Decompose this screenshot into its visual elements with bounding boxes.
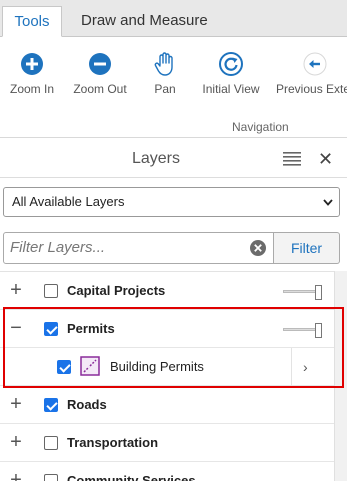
layer-row-capital-projects: + Capital Projects bbox=[0, 272, 334, 310]
layer-row-roads: + Roads bbox=[0, 386, 334, 424]
layer-checkbox-permits[interactable] bbox=[44, 322, 58, 336]
navigation-group-label: Navigation bbox=[232, 120, 289, 134]
filter-layers-input[interactable]: Filter Layers... bbox=[3, 232, 274, 264]
tab-tools[interactable]: Tools bbox=[2, 6, 62, 37]
previous-extent-button[interactable]: Previous Exter bbox=[276, 50, 347, 96]
layer-label: Community Services bbox=[67, 473, 196, 481]
layer-checkbox-transportation[interactable] bbox=[44, 436, 58, 450]
layer-list-scrollbar[interactable] bbox=[334, 271, 347, 481]
expand-icon[interactable]: + bbox=[8, 432, 24, 452]
chevron-right-icon[interactable]: › bbox=[303, 359, 308, 375]
layer-checkbox-community-services[interactable] bbox=[44, 474, 58, 481]
layer-source-value: All Available Layers bbox=[12, 194, 125, 209]
zoom-in-label: Zoom In bbox=[9, 82, 54, 96]
ribbon-tabbar: Tools Draw and Measure bbox=[0, 0, 347, 37]
refresh-icon bbox=[219, 52, 243, 76]
expand-icon[interactable]: + bbox=[8, 280, 24, 300]
row-divider bbox=[291, 348, 292, 386]
hand-icon bbox=[154, 52, 173, 76]
clear-icon[interactable] bbox=[249, 239, 267, 257]
chevron-down-icon bbox=[323, 199, 333, 206]
pan-button[interactable]: Pan bbox=[145, 50, 185, 96]
panel-title: Layers bbox=[131, 150, 181, 167]
layers-panel-header: Layers ✕ bbox=[0, 140, 347, 178]
zoom-out-label: Zoom Out bbox=[73, 82, 127, 96]
layer-row-community-services: + Community Services bbox=[0, 462, 334, 481]
arrow-left-icon bbox=[303, 52, 327, 76]
layers-panel: Layers ✕ All Available Layers Filter Lay… bbox=[0, 140, 347, 481]
initial-view-label: Initial View bbox=[202, 82, 260, 96]
expand-icon[interactable]: + bbox=[8, 470, 24, 481]
layer-source-select[interactable]: All Available Layers bbox=[3, 187, 340, 217]
tab-draw-and-measure[interactable]: Draw and Measure bbox=[81, 6, 208, 37]
zoom-out-icon bbox=[89, 53, 111, 75]
zoom-in-button[interactable]: Zoom In bbox=[5, 50, 59, 96]
collapse-icon[interactable]: − bbox=[8, 318, 24, 338]
layer-row-transportation: + Transportation bbox=[0, 424, 334, 462]
polygon-symbol-icon bbox=[80, 356, 100, 376]
layer-list: + Capital Projects − Permits Building Pe… bbox=[0, 271, 334, 481]
hamburger-menu-icon[interactable] bbox=[283, 152, 301, 166]
filter-button[interactable]: Filter bbox=[274, 232, 340, 264]
pan-label: Pan bbox=[154, 82, 176, 96]
layer-row-permits: − Permits bbox=[0, 310, 334, 348]
layer-label: Permits bbox=[67, 321, 115, 336]
filter-bar: Filter Layers... Filter bbox=[3, 232, 340, 264]
slider-thumb[interactable] bbox=[315, 285, 322, 300]
expand-icon[interactable]: + bbox=[8, 394, 24, 414]
layer-checkbox-building-permits[interactable] bbox=[57, 360, 71, 374]
opacity-slider[interactable] bbox=[283, 285, 323, 300]
previous-extent-label: Previous Exter bbox=[276, 82, 347, 96]
close-icon[interactable]: ✕ bbox=[318, 150, 333, 168]
layer-label: Capital Projects bbox=[67, 283, 166, 298]
layer-row-building-permits: Building Permits › bbox=[0, 348, 334, 386]
initial-view-button[interactable]: Initial View bbox=[198, 50, 264, 96]
zoom-in-icon bbox=[21, 53, 43, 75]
ribbon: Tools Draw and Measure Zoom In Zoom Out … bbox=[0, 0, 347, 138]
layer-label: Building Permits bbox=[110, 359, 204, 374]
slider-thumb[interactable] bbox=[315, 323, 322, 338]
layer-label: Roads bbox=[67, 397, 107, 412]
layer-label: Transportation bbox=[67, 435, 159, 450]
opacity-slider[interactable] bbox=[283, 323, 323, 338]
layer-checkbox-roads[interactable] bbox=[44, 398, 58, 412]
layer-checkbox-capital-projects[interactable] bbox=[44, 284, 58, 298]
zoom-out-button[interactable]: Zoom Out bbox=[70, 50, 130, 96]
